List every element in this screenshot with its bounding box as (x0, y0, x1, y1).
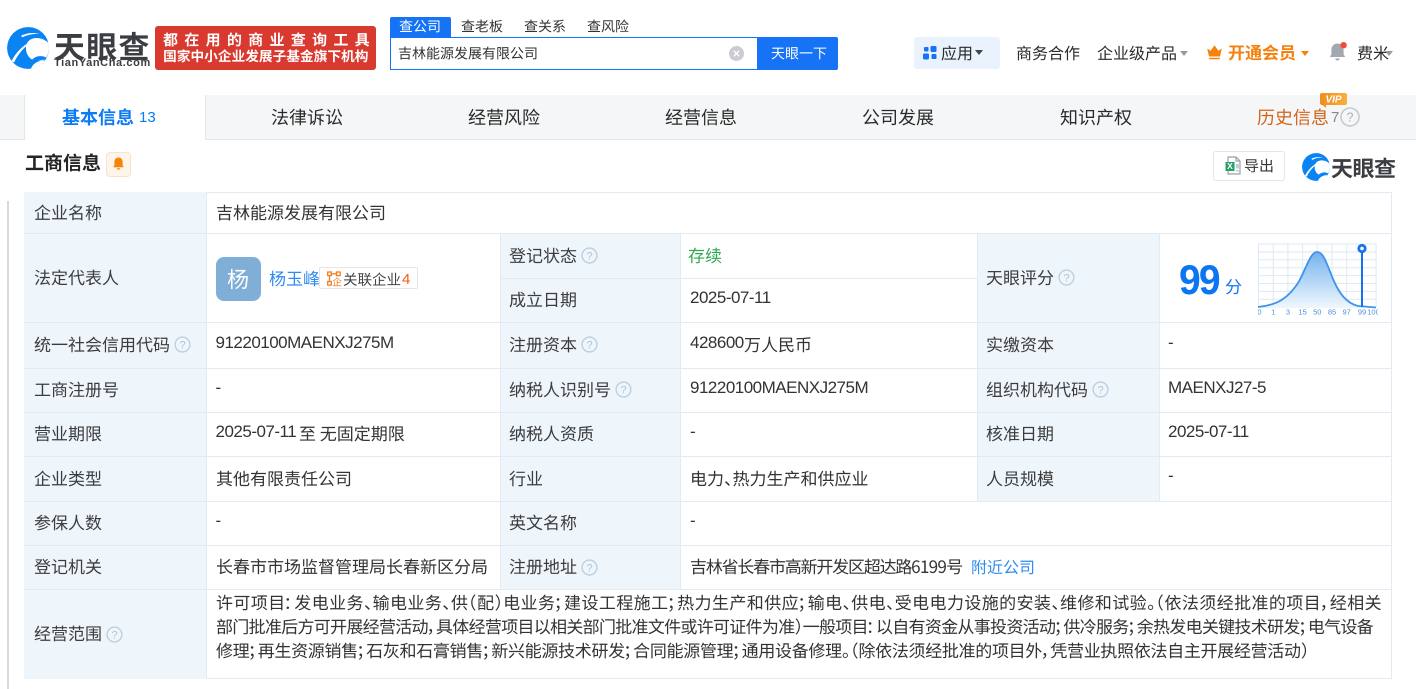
svg-text:97: 97 (1343, 308, 1351, 316)
svg-text:?: ? (586, 340, 592, 352)
svg-text:15: 15 (1298, 308, 1306, 316)
svg-text:?: ? (586, 562, 592, 574)
svg-text:50: 50 (1313, 308, 1321, 316)
svg-text:?: ? (586, 250, 592, 262)
svg-text:1: 1 (1271, 308, 1275, 316)
svg-text:?: ? (620, 385, 626, 397)
svg-text:?: ? (1097, 385, 1103, 397)
svg-text:?: ? (1063, 273, 1069, 285)
svg-text:VIP: VIP (1325, 95, 1341, 106)
svg-text:?: ? (111, 629, 117, 641)
svg-text:99: 99 (1358, 308, 1366, 316)
svg-text:3: 3 (1286, 308, 1290, 316)
svg-text:?: ? (1347, 111, 1354, 125)
svg-text:0: 0 (1258, 308, 1262, 316)
svg-text:X: X (1227, 161, 1233, 171)
svg-text:85: 85 (1328, 308, 1336, 316)
svg-text:?: ? (179, 340, 185, 352)
svg-text:100: 100 (1367, 308, 1378, 316)
